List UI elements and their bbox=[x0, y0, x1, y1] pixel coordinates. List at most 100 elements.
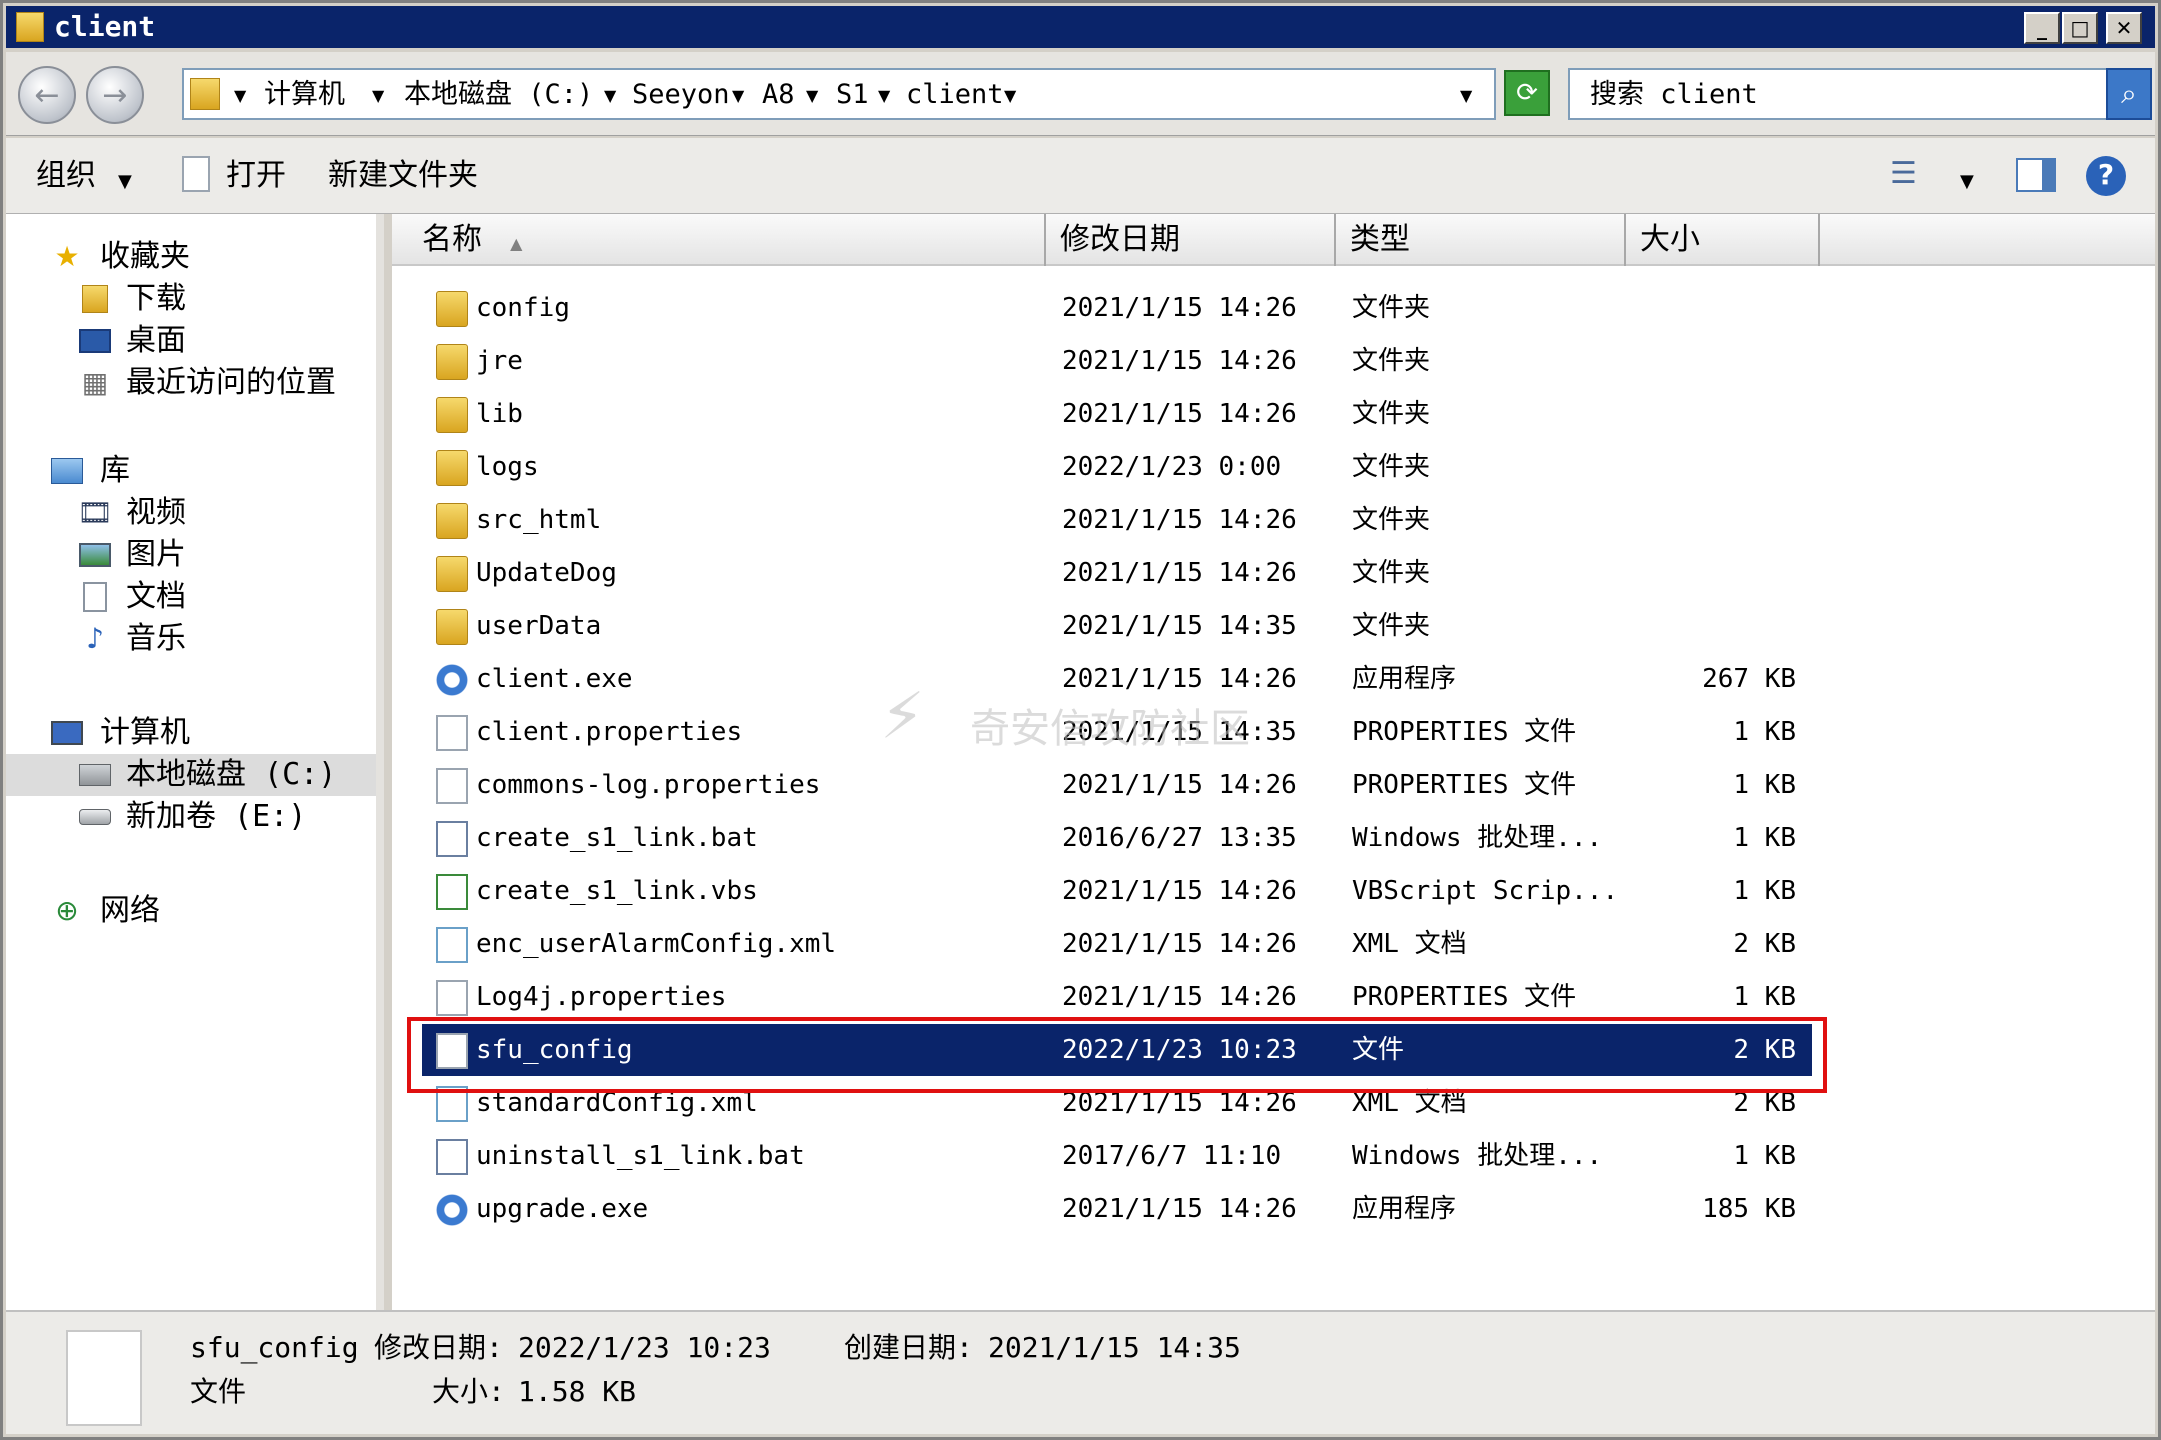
breadcrumb-client[interactable]: client bbox=[906, 78, 1004, 112]
nav-favorites[interactable]: ★ 收藏夹 bbox=[6, 236, 376, 278]
preview-pane-icon[interactable] bbox=[2016, 158, 2056, 192]
search-icon[interactable]: ⌕ bbox=[2106, 68, 2152, 120]
file-name: lib bbox=[476, 399, 523, 429]
file-row[interactable]: userData 2021/1/15 14:35 文件夹 bbox=[422, 600, 1812, 652]
breadcrumb-arrow-icon[interactable]: ▼ bbox=[604, 86, 616, 105]
file-type: 文件夹 bbox=[1352, 293, 1431, 323]
address-history-dropdown-icon[interactable]: ▼ bbox=[1460, 86, 1472, 105]
column-header-name[interactable]: 名称 ▲ bbox=[392, 214, 1046, 266]
nav-label: 收藏夹 bbox=[100, 239, 190, 274]
nav-computer[interactable]: 计算机 bbox=[6, 712, 376, 754]
file-name: src_html bbox=[476, 505, 602, 535]
title-bar[interactable]: client _ □ ✕ bbox=[6, 6, 2155, 48]
forward-button[interactable]: → bbox=[86, 66, 144, 124]
help-icon[interactable]: ? bbox=[2086, 156, 2126, 196]
refresh-button[interactable]: ⟳ bbox=[1504, 70, 1550, 116]
nav-downloads[interactable]: 下载 bbox=[6, 278, 376, 320]
file-size: 185 KB bbox=[1702, 1194, 1796, 1224]
maximize-button[interactable]: □ bbox=[2062, 12, 2098, 44]
nav-local-disk-c[interactable]: 本地磁盘 (C:) bbox=[6, 754, 376, 796]
file-row[interactable]: logs 2022/1/23 0:00 文件夹 bbox=[422, 441, 1812, 493]
view-details-icon[interactable]: ☰ bbox=[1890, 154, 1917, 194]
file-row[interactable]: UpdateDog 2021/1/15 14:26 文件夹 bbox=[422, 547, 1812, 599]
breadcrumb-arrow-icon[interactable]: ▼ bbox=[806, 86, 818, 105]
nav-pictures[interactable]: 图片 bbox=[6, 534, 376, 576]
breadcrumb-arrow-icon[interactable]: ▼ bbox=[372, 86, 384, 105]
breadcrumb-arrow-icon[interactable]: ▼ bbox=[732, 86, 744, 105]
detail-modified-value: 2022/1/23 10:23 bbox=[518, 1331, 771, 1364]
breadcrumb-s1[interactable]: S1 bbox=[836, 78, 869, 112]
file-type: 文件夹 bbox=[1352, 558, 1431, 588]
file-row[interactable]: Log4j.properties 2021/1/15 14:26 PROPERTIE… bbox=[422, 971, 1812, 1023]
file-name: upgrade.exe bbox=[476, 1194, 649, 1224]
breadcrumb-arrow-icon[interactable]: ▼ bbox=[878, 86, 890, 105]
organize-button[interactable]: 组织 bbox=[36, 156, 96, 196]
file-modified: 2021/1/15 14:26 bbox=[1062, 770, 1297, 800]
nav-label: 桌面 bbox=[126, 323, 186, 358]
documents-icon bbox=[78, 580, 112, 614]
column-header-size[interactable]: 大小 bbox=[1626, 214, 1820, 266]
file-row[interactable]: lib 2021/1/15 14:26 文件夹 bbox=[422, 388, 1812, 440]
open-button[interactable]: 打开 bbox=[226, 156, 286, 196]
file-row[interactable]: config 2021/1/15 14:26 文件夹 bbox=[422, 282, 1812, 334]
exe-file-icon bbox=[436, 1192, 468, 1228]
nav-desktop[interactable]: 桌面 bbox=[6, 320, 376, 362]
recent-places-icon: ▦ bbox=[81, 366, 109, 399]
network-icon: ⊕ bbox=[55, 894, 79, 927]
file-row[interactable]: uninstall_s1_link.bat 2017/6/7 11:10 Windo… bbox=[422, 1130, 1812, 1182]
chevron-down-icon[interactable]: ▼ bbox=[118, 162, 132, 202]
desktop-icon bbox=[78, 324, 112, 358]
file-type: Windows 批处理... bbox=[1352, 1141, 1603, 1171]
file-row[interactable]: commons-log.properties 2021/1/15 14:26 PRO… bbox=[422, 759, 1812, 811]
breadcrumb-arrow-icon[interactable]: ▼ bbox=[234, 86, 246, 105]
new-folder-button[interactable]: 新建文件夹 bbox=[328, 156, 478, 196]
file-rows: config 2021/1/15 14:26 文件夹 jre 2021/1/15 14:… bbox=[392, 282, 2155, 1282]
file-row[interactable]: create_s1_link.bat 2016/6/27 13:35 Windows… bbox=[422, 812, 1812, 864]
close-button[interactable]: ✕ bbox=[2106, 12, 2142, 44]
nav-recent-places[interactable]: ▦ 最近访问的位置 bbox=[6, 362, 376, 404]
video-icon: 🎞 bbox=[77, 496, 113, 529]
nav-network[interactable]: ⊕ 网络 bbox=[6, 890, 376, 932]
file-type: Windows 批处理... bbox=[1352, 823, 1603, 853]
column-header-modified[interactable]: 修改日期 bbox=[1046, 214, 1336, 266]
nav-music[interactable]: ♪ 音乐 bbox=[6, 618, 376, 660]
xml-file-icon bbox=[436, 927, 468, 963]
vbs-file-icon bbox=[436, 874, 468, 910]
breadcrumb-seeyon[interactable]: Seeyon bbox=[632, 78, 730, 112]
column-header-type[interactable]: 类型 bbox=[1336, 214, 1626, 266]
file-size: 1 KB bbox=[1733, 717, 1796, 747]
nav-new-volume-e[interactable]: 新加卷 (E:) bbox=[6, 796, 376, 838]
breadcrumb-a8[interactable]: A8 bbox=[762, 78, 795, 112]
nav-documents[interactable]: 文档 bbox=[6, 576, 376, 618]
file-row[interactable]: create_s1_link.vbs 2021/1/15 14:26 VBScrip… bbox=[422, 865, 1812, 917]
file-size: 1 KB bbox=[1733, 823, 1796, 853]
address-bar[interactable]: ▼ 计算机 ▼ 本地磁盘 (C:) ▼ Seeyon ▼ A8 ▼ S1 ▼ c… bbox=[182, 68, 1496, 120]
file-row[interactable]: src_html 2021/1/15 14:26 文件夹 bbox=[422, 494, 1812, 546]
nav-label: 新加卷 (E:) bbox=[126, 799, 307, 834]
sort-ascending-icon: ▲ bbox=[510, 234, 523, 253]
file-row[interactable]: jre 2021/1/15 14:26 文件夹 bbox=[422, 335, 1812, 387]
folder-file-icon bbox=[436, 609, 468, 645]
file-name: config bbox=[476, 293, 570, 323]
file-row[interactable]: upgrade.exe 2021/1/15 14:26 应用程序 185 KB bbox=[422, 1183, 1812, 1235]
back-button[interactable]: ← bbox=[18, 66, 76, 124]
file-modified: 2021/1/15 14:26 bbox=[1062, 505, 1297, 535]
nav-label: 计算机 bbox=[100, 715, 190, 750]
file-name: logs bbox=[476, 452, 539, 482]
breadcrumb-computer[interactable]: 计算机 bbox=[264, 78, 345, 112]
watermark-logo-icon: ⚡ bbox=[880, 680, 925, 754]
file-row[interactable]: enc_userAlarmConfig.xml 2021/1/15 14:26 XM… bbox=[422, 918, 1812, 970]
detail-created-label: 创建日期: bbox=[844, 1331, 973, 1364]
detail-file-name: sfu_config bbox=[190, 1331, 359, 1364]
nav-videos[interactable]: 🎞 视频 bbox=[6, 492, 376, 534]
file-modified: 2017/6/7 11:10 bbox=[1062, 1141, 1282, 1171]
minimize-button[interactable]: _ bbox=[2024, 12, 2060, 44]
breadcrumb-arrow-icon[interactable]: ▼ bbox=[1004, 86, 1016, 105]
view-options-chevron-icon[interactable]: ▼ bbox=[1960, 162, 1974, 202]
annotation-highlight-box bbox=[407, 1017, 1827, 1093]
nav-label: 网络 bbox=[100, 893, 160, 928]
breadcrumb-local-disk[interactable]: 本地磁盘 (C:) bbox=[404, 78, 593, 112]
nav-libraries[interactable]: 库 bbox=[6, 450, 376, 492]
file-modified: 2021/1/15 14:26 bbox=[1062, 399, 1297, 429]
search-input[interactable]: 搜索 client bbox=[1568, 68, 2108, 120]
